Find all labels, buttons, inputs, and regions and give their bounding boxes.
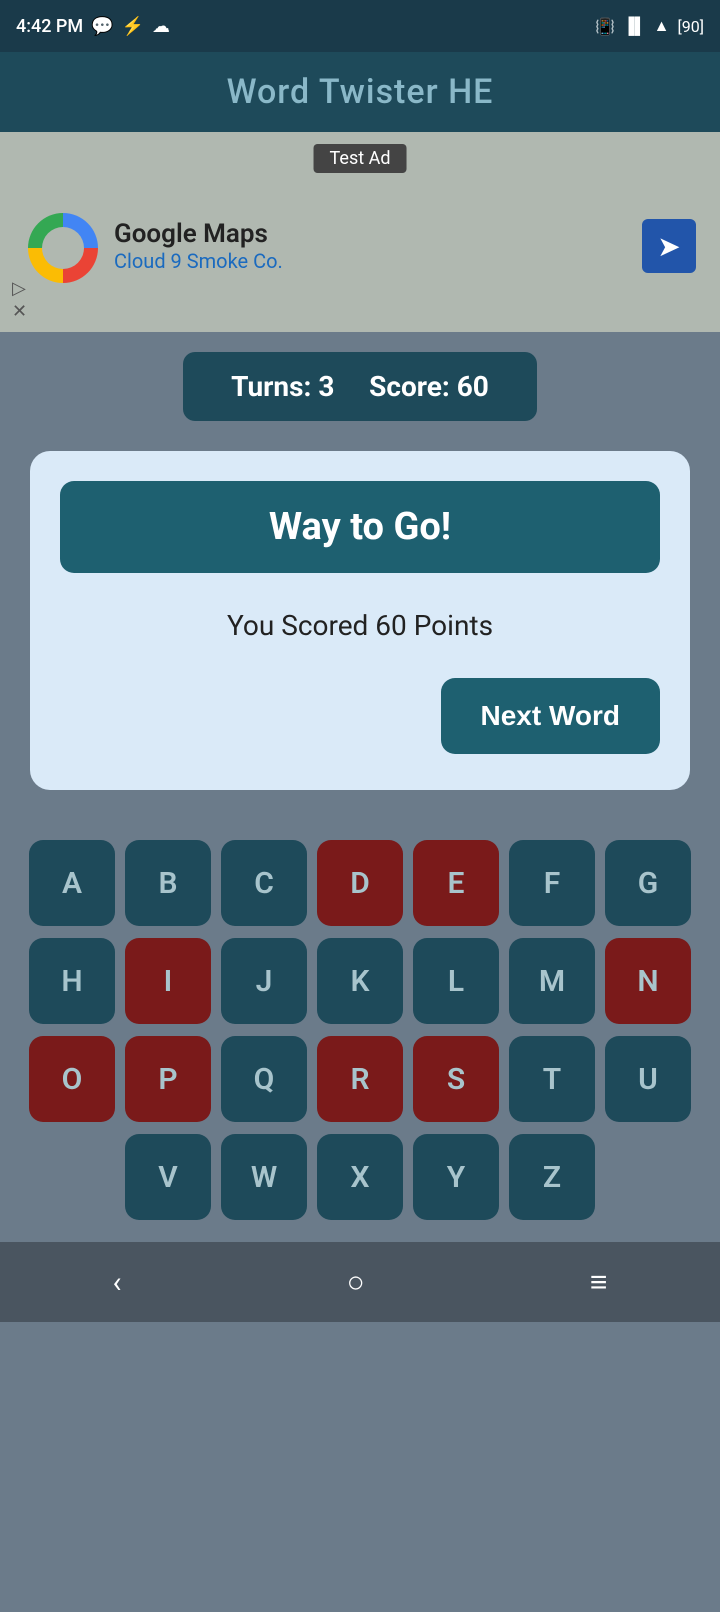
key-s[interactable]: S	[413, 1036, 499, 1122]
key-n[interactable]: N	[605, 938, 691, 1024]
score-value: 60	[457, 370, 489, 403]
keyboard-row-3: VWXYZ	[10, 1134, 710, 1220]
ad-subtitle: Cloud 9 Smoke Co.	[114, 249, 642, 273]
dialog-box: Way to Go! You Scored 60 Points Next Wor…	[30, 451, 690, 790]
score-bar: Turns: 3 Score: 60	[0, 332, 720, 441]
key-r[interactable]: R	[317, 1036, 403, 1122]
key-f[interactable]: F	[509, 840, 595, 926]
key-m[interactable]: M	[509, 938, 595, 1024]
turns-label: Turns:	[231, 370, 311, 403]
key-x[interactable]: X	[317, 1134, 403, 1220]
key-v[interactable]: V	[125, 1134, 211, 1220]
key-u[interactable]: U	[605, 1036, 691, 1122]
vibrate-icon: 📳	[595, 17, 615, 36]
way-to-go-text: Way to Go!	[269, 505, 451, 549]
usb-icon: ⚡	[122, 16, 144, 37]
key-b[interactable]: B	[125, 840, 211, 926]
ad-brand: Google Maps	[114, 219, 642, 249]
whatsapp-icon: 💬	[91, 16, 113, 37]
google-logo	[28, 213, 98, 283]
key-p[interactable]: P	[125, 1036, 211, 1122]
time-display: 4:42 PM	[16, 16, 83, 37]
turns-value: 3	[318, 370, 334, 403]
key-y[interactable]: Y	[413, 1134, 499, 1220]
key-l[interactable]: L	[413, 938, 499, 1024]
next-word-button[interactable]: Next Word	[441, 678, 661, 754]
key-g[interactable]: G	[605, 840, 691, 926]
ad-play-icon[interactable]: ▷	[12, 278, 27, 299]
key-e[interactable]: E	[413, 840, 499, 926]
keyboard-area: ABCDEFG HIJKLMN OPQRSTU VWXYZ	[0, 820, 720, 1242]
key-i[interactable]: I	[125, 938, 211, 1024]
key-j[interactable]: J	[221, 938, 307, 1024]
status-bar: 4:42 PM 💬 ⚡ ☁ 📳 ▐▌ ▲ [90]	[0, 0, 720, 52]
ad-directions-icon[interactable]: ➤	[642, 219, 696, 273]
key-d[interactable]: D	[317, 840, 403, 926]
ad-close-icon[interactable]: ✕	[12, 301, 27, 322]
keyboard-row-1: HIJKLMN	[10, 938, 710, 1024]
home-button[interactable]: ○	[347, 1265, 365, 1300]
keyboard-row-2: OPQRSTU	[10, 1036, 710, 1122]
keyboard-row-0: ABCDEFG	[10, 840, 710, 926]
score-pill: Turns: 3 Score: 60	[183, 352, 537, 421]
back-button[interactable]: ‹	[113, 1265, 122, 1300]
score-label: Score:	[369, 370, 450, 403]
signal-icon: ▐▌	[623, 16, 646, 36]
dialog-overlay: Way to Go! You Scored 60 Points Next Wor…	[0, 441, 720, 820]
status-right: 📳 ▐▌ ▲ [90]	[595, 16, 704, 36]
key-k[interactable]: K	[317, 938, 403, 1024]
battery-display: [90]	[678, 17, 704, 36]
app-title: Word Twister HE	[227, 72, 494, 112]
cloud-icon: ☁	[152, 16, 170, 37]
dialog-footer: Next Word	[60, 678, 660, 754]
key-q[interactable]: Q	[221, 1036, 307, 1122]
ad-text: Google Maps Cloud 9 Smoke Co.	[114, 219, 642, 273]
ad-left-controls: ▷ ✕	[12, 278, 27, 322]
ad-label: Test Ad	[314, 144, 407, 173]
dialog-header: Way to Go!	[60, 481, 660, 573]
nav-bar: ‹ ○ ≡	[0, 1242, 720, 1322]
key-w[interactable]: W	[221, 1134, 307, 1220]
dialog-score-text: You Scored 60 Points	[60, 609, 660, 642]
ad-banner: Test Ad Google Maps Cloud 9 Smoke Co. ➤ …	[0, 132, 720, 332]
key-t[interactable]: T	[509, 1036, 595, 1122]
key-z[interactable]: Z	[509, 1134, 595, 1220]
app-header: Word Twister HE	[0, 52, 720, 132]
wifi-icon: ▲	[654, 16, 670, 36]
key-c[interactable]: C	[221, 840, 307, 926]
key-h[interactable]: H	[29, 938, 115, 1024]
status-left: 4:42 PM 💬 ⚡ ☁	[16, 16, 170, 37]
key-a[interactable]: A	[29, 840, 115, 926]
key-o[interactable]: O	[29, 1036, 115, 1122]
menu-button[interactable]: ≡	[590, 1265, 608, 1300]
